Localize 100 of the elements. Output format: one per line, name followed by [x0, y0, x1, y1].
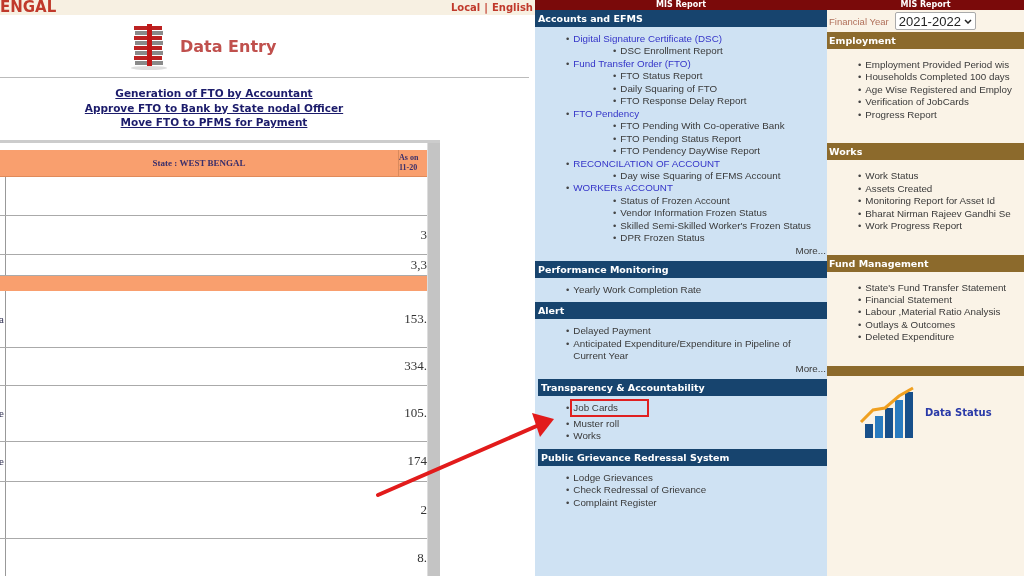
bullet: •: [566, 417, 570, 431]
bullet: •: [566, 57, 570, 71]
report-link[interactable]: Works: [573, 430, 601, 443]
chevron-down-icon: [963, 18, 972, 24]
site-title: ENGAL: [0, 0, 57, 15]
report-link[interactable]: Check Redressal of Grievance: [573, 484, 707, 497]
scrollbar[interactable]: [427, 142, 440, 576]
table-cell: 174: [407, 453, 428, 469]
report-link[interactable]: Progress Report: [865, 108, 937, 122]
bullet: •: [566, 337, 570, 351]
report-link[interactable]: FTO Pendency DayWise Report: [620, 145, 761, 158]
bullet: •: [858, 59, 862, 72]
report-link[interactable]: Assets Created: [865, 182, 933, 196]
fto-link[interactable]: Generation of FTO by Accountant: [115, 86, 313, 101]
bullet: •: [858, 281, 862, 294]
report-link[interactable]: Muster roll: [573, 417, 620, 431]
report-link[interactable]: Lodge Grievances: [573, 471, 653, 485]
report-link[interactable]: Vendor Information Frozen Status: [620, 207, 767, 220]
report-link[interactable]: Outlays & Outcomes: [865, 318, 956, 332]
report-link[interactable]: FTO Response Delay Report: [620, 95, 747, 108]
report-link[interactable]: Delayed Payment: [573, 325, 651, 338]
more-link[interactable]: More...: [795, 244, 826, 257]
report-link[interactable]: FTO Pendency: [573, 107, 640, 121]
building-icon: [130, 22, 168, 70]
table-cell: 105.: [404, 405, 428, 421]
table-cell: e: [0, 407, 4, 419]
report-link[interactable]: Yearly Work Completion Rate: [573, 283, 702, 297]
table-cell: 153.: [404, 310, 428, 327]
section-title: Public Grievance Redressal System: [541, 451, 730, 463]
language-link[interactable]: Local: [450, 2, 481, 13]
report-title: MIS Report: [900, 0, 951, 10]
report-link[interactable]: Status of Frozen Account: [620, 194, 730, 208]
bullet: •: [566, 157, 570, 170]
report-link[interactable]: Anticipated Expenditure/Expenditure in Pipeline of Current Year: [573, 337, 824, 363]
bullet: •: [613, 219, 617, 233]
bullet: •: [566, 283, 570, 297]
table-cell: 8.: [417, 550, 428, 566]
report-link[interactable]: Verification of JobCards: [865, 96, 969, 109]
report-link[interactable]: Fund Transfer Order (FTO): [573, 57, 691, 71]
report-link[interactable]: Skilled Semi-Skilled Worker's Frozen Status: [620, 219, 811, 233]
report-link[interactable]: Complaint Register: [573, 496, 657, 510]
table-cell: 3: [420, 226, 428, 243]
report-link[interactable]: Monitoring Report for Asset Id: [865, 195, 995, 208]
table-cell: 2: [420, 501, 428, 518]
report-link[interactable]: Daily Squaring of FTO: [620, 82, 718, 96]
report-link[interactable]: Job Cards: [573, 401, 646, 414]
bullet: •: [566, 484, 570, 497]
financial-year-label: Financial Year: [829, 15, 889, 27]
table-cell: 3,3: [410, 256, 428, 273]
report-link[interactable]: Work Progress Report: [865, 220, 963, 233]
report-link[interactable]: Age Wise Registered and Employ: [865, 83, 1012, 97]
report-link[interactable]: FTO Status Report: [620, 70, 703, 83]
report-link[interactable]: Labour ,Material Ratio Analysis: [865, 306, 1001, 319]
bullet: •: [613, 132, 617, 146]
report-link[interactable]: RECONCILATION OF ACCOUNT: [573, 157, 721, 170]
report-link[interactable]: Digital Signature Certificate (DSC): [573, 33, 722, 46]
data-status-link[interactable]: Data Status: [925, 407, 992, 419]
bullet: •: [566, 496, 570, 510]
bullet: •: [566, 471, 570, 485]
section-title: Alert: [538, 305, 565, 317]
report-link[interactable]: DSC Enrollment Report: [620, 45, 723, 58]
report-link[interactable]: WORKERs ACCOUNT: [573, 182, 673, 195]
bullet: •: [566, 107, 570, 121]
report-link[interactable]: FTO Pending With Co-operative Bank: [620, 120, 785, 133]
bullet: •: [613, 232, 617, 245]
report-link[interactable]: State's Fund Transfer Statement: [865, 281, 1007, 294]
section-title: Fund Management: [829, 257, 929, 269]
more-link[interactable]: More...: [795, 362, 826, 375]
table-cell: e: [0, 455, 4, 467]
report-link[interactable]: Work Status: [865, 170, 919, 183]
bullet: •: [858, 170, 862, 183]
state-heading: State : WEST BENGAL: [152, 157, 246, 168]
language-link[interactable]: English: [491, 2, 533, 13]
data-entry-title: Data Entry: [180, 36, 277, 56]
report-link[interactable]: Financial Statement: [865, 294, 952, 307]
separator: |: [484, 2, 488, 13]
bullet: •: [613, 170, 617, 183]
bullet: •: [613, 45, 617, 58]
report-link[interactable]: Bharat Nirman Rajeev Gandhi Se: [865, 207, 1011, 221]
fto-link[interactable]: Move FTO to PFMS for Payment: [120, 115, 308, 130]
report-link[interactable]: DPR Frozen Status: [620, 232, 705, 245]
bullet: •: [858, 71, 862, 84]
section-title: Employment: [829, 35, 896, 46]
financial-year-select[interactable]: 2021-2022: [894, 12, 976, 30]
bullet: •: [858, 182, 862, 196]
bullet: •: [566, 33, 570, 46]
bullet: •: [613, 82, 617, 96]
bullet: •: [858, 207, 862, 221]
report-link[interactable]: Employment Provided Period wis: [865, 59, 1010, 72]
fto-link[interactable]: Approve FTO to Bank by State nodal Officer: [84, 100, 344, 115]
report-link[interactable]: Deleted Expenditure: [865, 331, 955, 344]
bullet: •: [613, 145, 617, 158]
date-heading: 11-20: [399, 162, 419, 173]
report-link[interactable]: FTO Pending Status Report: [620, 132, 742, 146]
report-link[interactable]: Households Completed 100 days: [865, 71, 1010, 84]
report-link[interactable]: Day wise Squaring of EFMS Account: [620, 170, 781, 183]
bullet: •: [858, 108, 862, 122]
table-cell: 334.: [404, 358, 428, 374]
date-heading: As on: [399, 152, 420, 163]
bullet: •: [566, 325, 570, 338]
